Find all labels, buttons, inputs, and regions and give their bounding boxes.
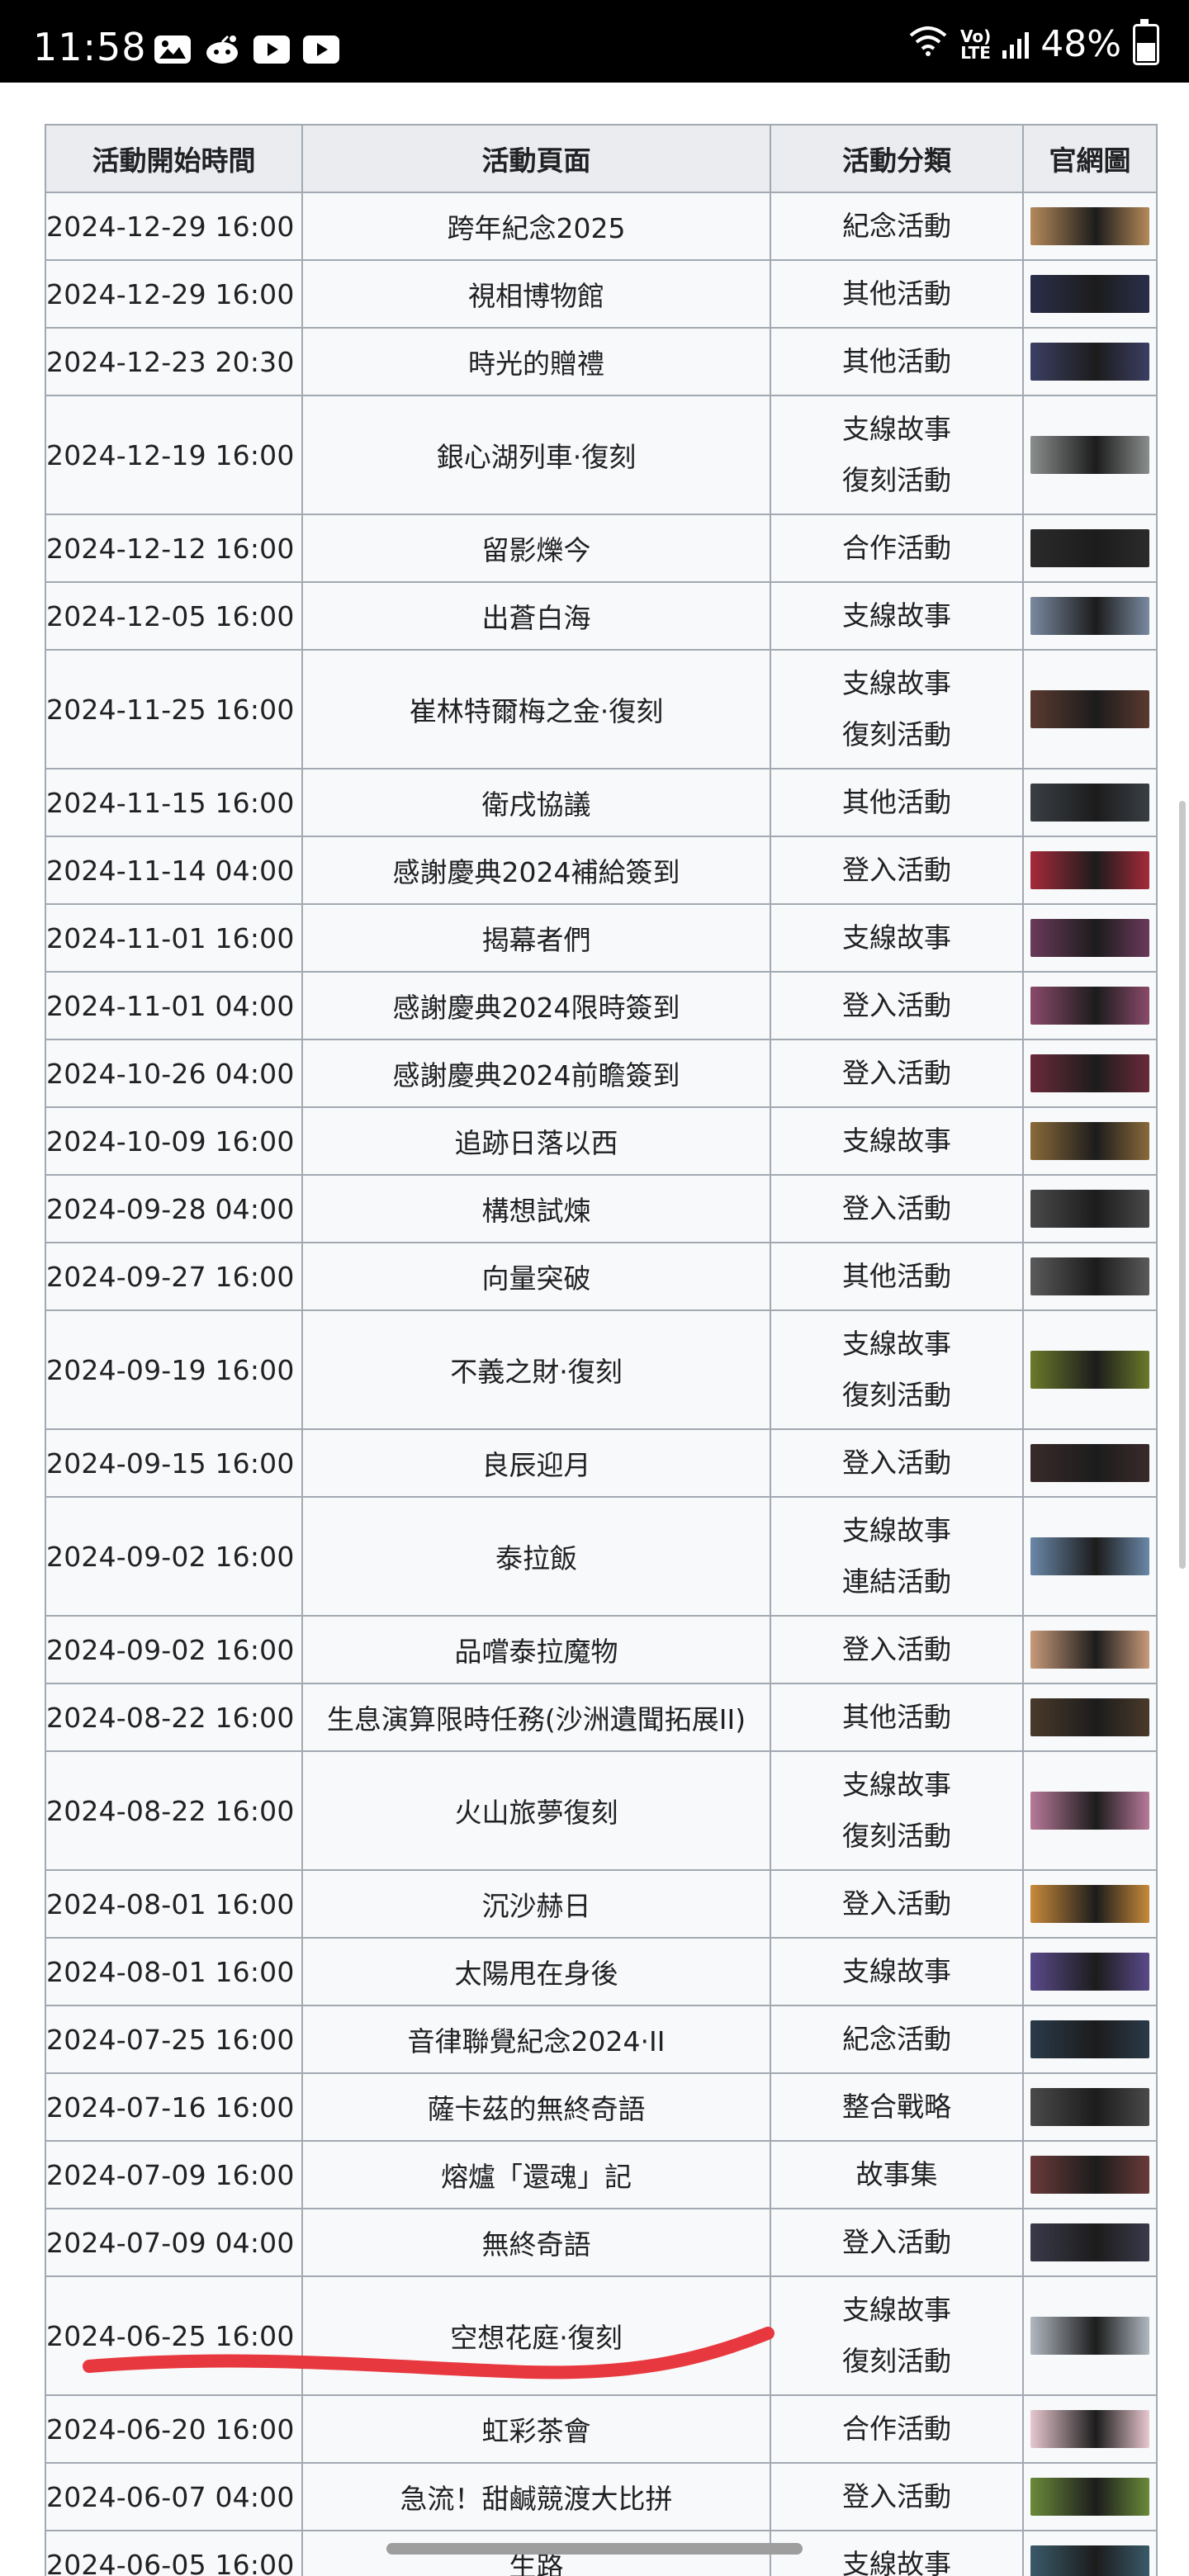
home-indicator[interactable] [386,2543,803,2555]
red-underline-annotation [83,2327,775,2379]
